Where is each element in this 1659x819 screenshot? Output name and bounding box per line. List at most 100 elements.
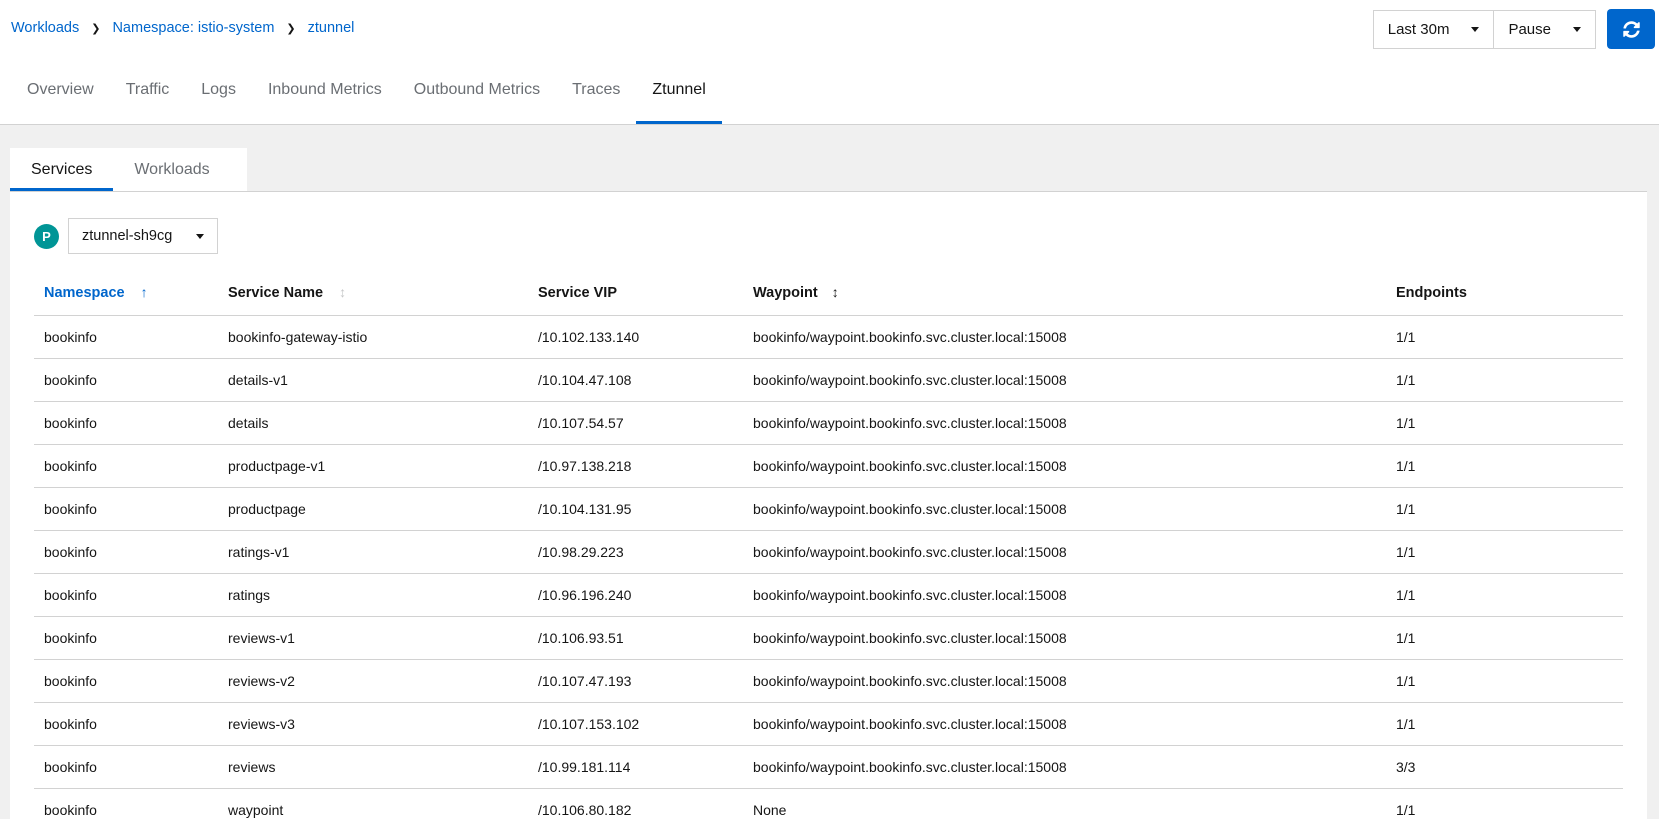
- cell-service-vip: /10.107.153.102: [530, 703, 745, 746]
- cell-service-vip: /10.102.133.140: [530, 316, 745, 359]
- cell-service-vip: /10.106.80.182: [530, 789, 745, 819]
- sync-icon: [1623, 21, 1640, 38]
- cell-namespace: bookinfo: [34, 660, 220, 703]
- cell-service-name: ratings-v1: [220, 531, 530, 574]
- chevron-down-icon: [1573, 27, 1581, 32]
- tab-traffic[interactable]: Traffic: [110, 56, 186, 124]
- column-header-namespace[interactable]: Namespace↑: [34, 274, 220, 316]
- cell-waypoint: bookinfo/waypoint.bookinfo.svc.cluster.l…: [745, 531, 1388, 574]
- cell-endpoints: 1/1: [1388, 617, 1623, 660]
- cell-service-vip: /10.107.54.57: [530, 402, 745, 445]
- column-header-service-name[interactable]: Service Name↕: [220, 274, 530, 316]
- table-row: bookinfo details-v1 /10.104.47.108 booki…: [34, 359, 1623, 402]
- cell-service-name: details-v1: [220, 359, 530, 402]
- cell-service-vip: /10.97.138.218: [530, 445, 745, 488]
- cell-service-name: ratings: [220, 574, 530, 617]
- breadcrumb-link-workloads[interactable]: Workloads: [11, 20, 79, 36]
- cell-endpoints: 1/1: [1388, 574, 1623, 617]
- cell-endpoints: 1/1: [1388, 316, 1623, 359]
- cell-waypoint: bookinfo/waypoint.bookinfo.svc.cluster.l…: [745, 316, 1388, 359]
- refresh-interval-value: Pause: [1508, 21, 1551, 38]
- pod-badge-icon: P: [34, 224, 59, 249]
- cell-service-name: productpage-v1: [220, 445, 530, 488]
- table-row: bookinfo reviews-v1 /10.106.93.51 bookin…: [34, 617, 1623, 660]
- cell-service-vip: /10.99.181.114: [530, 746, 745, 789]
- cell-namespace: bookinfo: [34, 703, 220, 746]
- cell-endpoints: 1/1: [1388, 402, 1623, 445]
- cell-waypoint: bookinfo/waypoint.bookinfo.svc.cluster.l…: [745, 703, 1388, 746]
- breadcrumb-chevron-icon: ❯: [286, 22, 295, 35]
- cell-endpoints: 1/1: [1388, 660, 1623, 703]
- cell-namespace: bookinfo: [34, 445, 220, 488]
- sort-ascending-icon: ↑: [141, 284, 148, 300]
- tab-traces[interactable]: Traces: [556, 56, 636, 124]
- cell-namespace: bookinfo: [34, 488, 220, 531]
- ztunnel-services-table: Namespace↑ Service Name↕ Service VIP Way…: [34, 274, 1623, 819]
- pod-dropdown[interactable]: ztunnel-sh9cg: [68, 218, 218, 254]
- cell-waypoint: bookinfo/waypoint.bookinfo.svc.cluster.l…: [745, 402, 1388, 445]
- top-bar: Workloads ❯ Namespace: istio-system ❯ zt…: [0, 0, 1659, 56]
- cell-namespace: bookinfo: [34, 359, 220, 402]
- chevron-down-icon: [1471, 27, 1479, 32]
- column-header-waypoint[interactable]: Waypoint↕: [745, 274, 1388, 316]
- cell-service-name: details: [220, 402, 530, 445]
- tab-ztunnel[interactable]: Ztunnel: [636, 56, 721, 124]
- pod-selector: P ztunnel-sh9cg: [34, 218, 1623, 254]
- table-row: bookinfo reviews-v3 /10.107.153.102 book…: [34, 703, 1623, 746]
- cell-waypoint: bookinfo/waypoint.bookinfo.svc.cluster.l…: [745, 617, 1388, 660]
- cell-namespace: bookinfo: [34, 316, 220, 359]
- table-row: bookinfo bookinfo-gateway-istio /10.102.…: [34, 316, 1623, 359]
- duration-dropdown[interactable]: Last 30m: [1373, 10, 1495, 49]
- sort-icon: ↕: [832, 284, 839, 300]
- tab-logs[interactable]: Logs: [185, 56, 252, 124]
- cell-service-name: reviews-v3: [220, 703, 530, 746]
- workload-tabs: Overview Traffic Logs Inbound Metrics Ou…: [0, 56, 1659, 125]
- cell-waypoint: bookinfo/waypoint.bookinfo.svc.cluster.l…: [745, 445, 1388, 488]
- cell-service-name: waypoint: [220, 789, 530, 819]
- breadcrumb-link-namespace[interactable]: Namespace: istio-system: [112, 20, 274, 36]
- refresh-button[interactable]: [1607, 9, 1655, 49]
- cell-service-vip: /10.107.47.193: [530, 660, 745, 703]
- subtab-services[interactable]: Services: [10, 148, 113, 191]
- cell-service-vip: /10.96.196.240: [530, 574, 745, 617]
- cell-namespace: bookinfo: [34, 789, 220, 819]
- cell-waypoint: bookinfo/waypoint.bookinfo.svc.cluster.l…: [745, 746, 1388, 789]
- cell-service-name: productpage: [220, 488, 530, 531]
- cell-service-name: reviews: [220, 746, 530, 789]
- cell-namespace: bookinfo: [34, 617, 220, 660]
- cell-namespace: bookinfo: [34, 746, 220, 789]
- tab-overview[interactable]: Overview: [11, 56, 110, 124]
- subtab-workloads[interactable]: Workloads: [113, 148, 230, 191]
- table-row: bookinfo productpage-v1 /10.97.138.218 b…: [34, 445, 1623, 488]
- cell-endpoints: 3/3: [1388, 746, 1623, 789]
- table-row: bookinfo reviews-v2 /10.107.47.193 booki…: [34, 660, 1623, 703]
- time-toolbar: Last 30m Pause: [1373, 9, 1655, 49]
- cell-waypoint: bookinfo/waypoint.bookinfo.svc.cluster.l…: [745, 574, 1388, 617]
- breadcrumb-chevron-icon: ❯: [91, 22, 100, 35]
- cell-endpoints: 1/1: [1388, 359, 1623, 402]
- cell-namespace: bookinfo: [34, 574, 220, 617]
- cell-waypoint: None: [745, 789, 1388, 819]
- cell-service-name: reviews-v1: [220, 617, 530, 660]
- breadcrumb-link-workload-name[interactable]: ztunnel: [308, 20, 355, 36]
- cell-service-vip: /10.104.131.95: [530, 488, 745, 531]
- table-header-row: Namespace↑ Service Name↕ Service VIP Way…: [34, 274, 1623, 316]
- column-header-service-vip: Service VIP: [530, 274, 745, 316]
- cell-service-vip: /10.98.29.223: [530, 531, 745, 574]
- cell-endpoints: 1/1: [1388, 445, 1623, 488]
- cell-namespace: bookinfo: [34, 402, 220, 445]
- cell-endpoints: 1/1: [1388, 789, 1623, 819]
- pod-dropdown-value: ztunnel-sh9cg: [82, 228, 172, 244]
- cell-service-vip: /10.104.47.108: [530, 359, 745, 402]
- table-row: bookinfo productpage /10.104.131.95 book…: [34, 488, 1623, 531]
- tab-inbound-metrics[interactable]: Inbound Metrics: [252, 56, 398, 124]
- cell-service-name: reviews-v2: [220, 660, 530, 703]
- table-row: bookinfo waypoint /10.106.80.182 None 1/…: [34, 789, 1623, 819]
- tab-outbound-metrics[interactable]: Outbound Metrics: [398, 56, 556, 124]
- cell-namespace: bookinfo: [34, 531, 220, 574]
- column-header-endpoints: Endpoints: [1388, 274, 1623, 316]
- table-row: bookinfo details /10.107.54.57 bookinfo/…: [34, 402, 1623, 445]
- cell-waypoint: bookinfo/waypoint.bookinfo.svc.cluster.l…: [745, 660, 1388, 703]
- cell-endpoints: 1/1: [1388, 488, 1623, 531]
- refresh-interval-dropdown[interactable]: Pause: [1494, 10, 1596, 49]
